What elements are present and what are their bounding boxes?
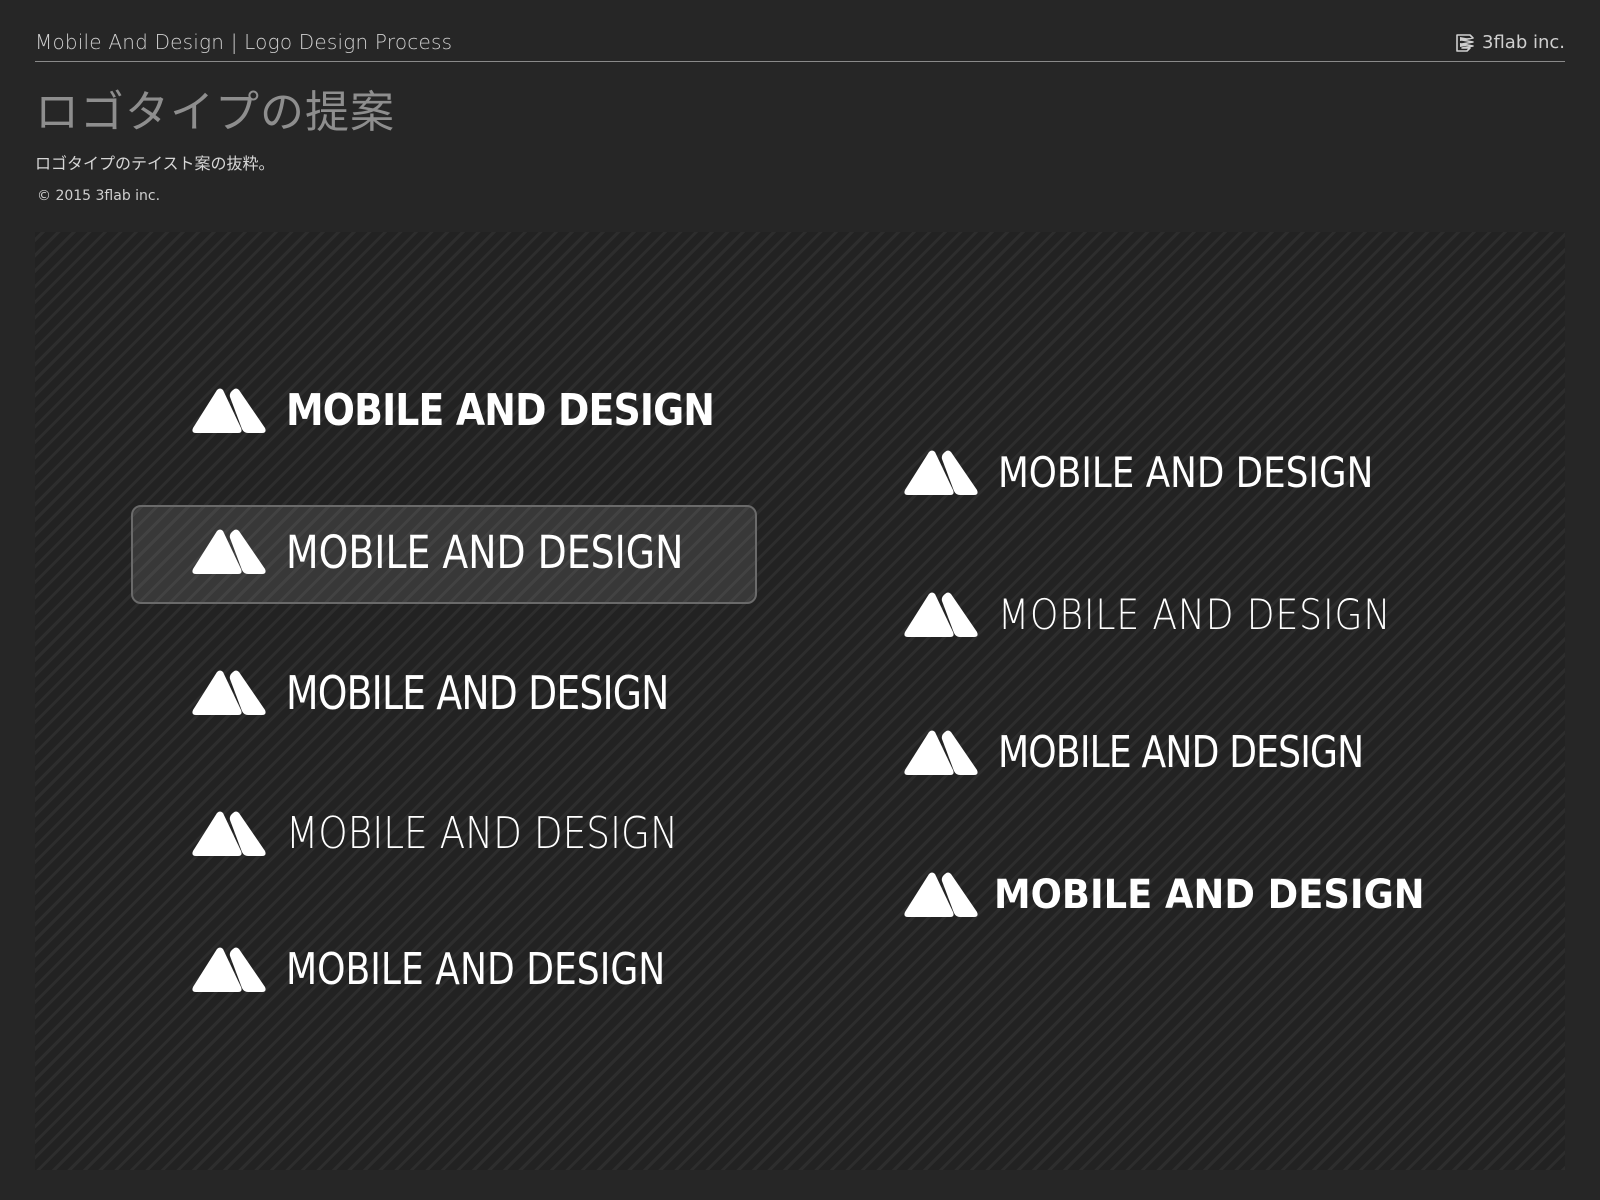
copyright-text: © 2015 3flab inc. [37, 188, 161, 204]
logo-option-left-4[interactable]: MOBILE AND DESIGN [192, 811, 747, 857]
mountain-triangles-icon [192, 811, 266, 856]
mountain-triangles-icon [192, 529, 266, 574]
breadcrumb: Mobile And Design | Logo Design Process [35, 30, 453, 54]
logo-wordmark: MOBILE AND DESIGN [998, 590, 1392, 639]
mountain-triangles-icon [904, 592, 978, 637]
mountain-triangles-icon [904, 872, 978, 917]
brand-name: 3flab inc. [1482, 31, 1565, 53]
logo-option-left-3[interactable]: MOBILE AND DESIGN [192, 670, 753, 716]
logo-wordmark: MOBILE AND DESIGN [286, 666, 669, 720]
3flab-logo-icon [1456, 34, 1474, 52]
subtitle: ロゴタイプのテイスト案の抜粋。 [35, 154, 275, 173]
logo-wordmark: MOBILE AND DESIGN [286, 525, 684, 579]
logo-option-right-2[interactable]: MOBILE AND DESIGN [904, 592, 1455, 638]
mountain-triangles-icon [192, 947, 266, 992]
logo-option-left-5[interactable]: MOBILE AND DESIGN [192, 947, 749, 993]
logo-option-right-4[interactable]: MOBILE AND DESIGN [904, 872, 1462, 918]
logo-proposals-panel: MOBILE AND DESIGN MOBILE AND DESIGN MOBI… [35, 232, 1565, 1170]
page-title: ロゴタイプの提案 [35, 87, 395, 138]
mountain-triangles-icon [904, 730, 978, 775]
brand: 3flab inc. [1454, 31, 1565, 53]
logo-wordmark: MOBILE AND DESIGN [994, 872, 1425, 918]
logo-option-left-2[interactable]: MOBILE AND DESIGN [192, 529, 759, 575]
logo-wordmark: MOBILE AND DESIGN [286, 385, 715, 436]
logo-wordmark: MOBILE AND DESIGN [286, 808, 678, 859]
logo-wordmark: MOBILE AND DESIGN [998, 448, 1374, 497]
mountain-triangles-icon [192, 388, 266, 433]
slide-page: Mobile And Design | Logo Design Process … [0, 0, 1600, 1200]
logo-wordmark: MOBILE AND DESIGN [286, 944, 666, 995]
header-bar: Mobile And Design | Logo Design Process … [35, 0, 1565, 62]
logo-option-left-1[interactable]: MOBILE AND DESIGN [192, 388, 784, 434]
logo-wordmark: MOBILE AND DESIGN [998, 727, 1364, 778]
mountain-triangles-icon [192, 670, 266, 715]
logo-option-right-1[interactable]: MOBILE AND DESIGN [904, 450, 1440, 496]
mountain-triangles-icon [904, 450, 978, 495]
logo-option-right-3[interactable]: MOBILE AND DESIGN [904, 730, 1444, 776]
